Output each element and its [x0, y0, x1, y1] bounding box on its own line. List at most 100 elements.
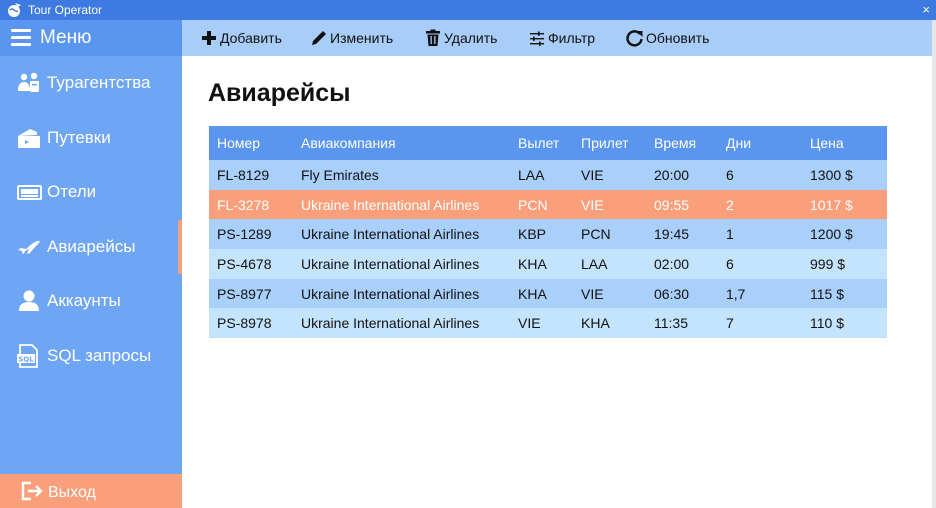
table-row[interactable]: PS-4678 Ukraine International Airlines K…: [209, 249, 887, 279]
airplane-icon: [18, 240, 40, 254]
cell-days: 6: [718, 160, 802, 190]
agents-icon: [18, 72, 39, 92]
trash-icon: [426, 29, 440, 46]
close-icon[interactable]: ×: [922, 2, 930, 17]
sidebar-item-label: SQL запросы: [47, 346, 152, 365]
edit-button-label: Изменить: [330, 30, 394, 46]
toolbar: Добавить Изменить Удалить Фильтр Обновит…: [182, 20, 936, 56]
filter-sliders-icon: [530, 31, 544, 46]
column-header-time[interactable]: Время: [646, 126, 718, 160]
sidebar-item-sql[interactable]: SQL SQL запросы: [0, 329, 182, 383]
cell-time: 11:35: [646, 308, 718, 339]
title-bar: Tour Operator ×: [0, 0, 936, 20]
sidebar-item-vouchers[interactable]: Путевки: [0, 111, 182, 165]
column-header-arrival[interactable]: Прилет: [573, 126, 646, 160]
sidebar-item-label: Турагентства: [47, 73, 151, 92]
cell-departure: VIE: [510, 308, 573, 339]
cell-airline: Ukraine International Airlines: [293, 249, 510, 279]
cell-days: 1,7: [718, 278, 802, 309]
sql-icon: SQL: [17, 344, 38, 368]
delete-button[interactable]: Удалить: [424, 20, 504, 56]
sidebar-item-label: Отели: [47, 182, 97, 201]
cell-airline: Fly Emirates: [293, 160, 510, 190]
cell-price: 110 $: [802, 308, 887, 339]
logout-button[interactable]: Выход: [0, 474, 182, 508]
cell-airline: Ukraine International Airlines: [293, 189, 510, 220]
ticket-icon: [18, 129, 40, 148]
cell-days: 1: [718, 219, 802, 250]
cell-number: FL-8129: [209, 160, 293, 190]
table-row[interactable]: FL-8129 Fly Emirates LAA VIE 20:00 6 130…: [209, 160, 887, 190]
cell-departure: KBP: [510, 219, 573, 250]
table-row[interactable]: PS-8977 Ukraine International Airlines K…: [209, 278, 887, 309]
column-header-days[interactable]: Дни: [718, 126, 802, 160]
cell-arrival: LAA: [573, 249, 646, 279]
refresh-icon: [626, 30, 643, 47]
cell-arrival: PCN: [573, 219, 646, 250]
add-button[interactable]: Добавить: [200, 20, 290, 56]
cell-number: PS-1289: [209, 219, 293, 250]
sidebar-item-label: Путевки: [47, 128, 111, 147]
cell-time: 20:00: [646, 160, 718, 190]
cell-price: 1200 $: [802, 219, 887, 250]
hotel-icon: [17, 185, 42, 200]
cell-departure: KHA: [510, 249, 573, 279]
pencil-icon: [312, 31, 326, 45]
cell-arrival: VIE: [573, 160, 646, 190]
column-header-number[interactable]: Номер: [209, 126, 293, 160]
sidebar-item-flights[interactable]: Авиарейсы: [0, 220, 182, 274]
page-title: Авиарейсы: [208, 79, 351, 107]
cell-arrival: KHA: [573, 308, 646, 339]
refresh-button[interactable]: Обновить: [626, 20, 718, 56]
cell-time: 19:45: [646, 219, 718, 250]
cell-time: 09:55: [646, 189, 718, 220]
globe-plane-icon: [8, 3, 21, 17]
table-row[interactable]: PS-8978 Ukraine International Airlines V…: [209, 308, 887, 339]
sidebar-item-label: Авиарейсы: [47, 237, 136, 256]
sidebar-item-label: Аккаунты: [47, 291, 121, 310]
column-header-price[interactable]: Цена: [802, 126, 887, 160]
cell-airline: Ukraine International Airlines: [293, 278, 510, 309]
cell-airline: Ukraine International Airlines: [293, 308, 510, 339]
cell-departure: LAA: [510, 160, 573, 190]
hamburger-icon: [11, 29, 31, 47]
user-icon: [19, 290, 39, 311]
table-row-selected[interactable]: FL-3278 Ukraine International Airlines P…: [209, 189, 887, 220]
cell-departure: KHA: [510, 278, 573, 309]
cell-airline: Ukraine International Airlines: [293, 219, 510, 250]
cell-price: 1017 $: [802, 189, 887, 220]
cell-days: 7: [718, 308, 802, 339]
sidebar-item-agencies[interactable]: Турагентства: [0, 56, 182, 110]
table-header-row: Номер Авиакомпания Вылет Прилет Время Дн…: [209, 126, 887, 160]
edit-button[interactable]: Изменить: [310, 20, 402, 56]
cell-price: 115 $: [802, 278, 887, 309]
add-button-label: Добавить: [220, 30, 282, 46]
filter-button[interactable]: Фильтр: [528, 20, 602, 56]
plus-icon: [202, 31, 216, 45]
sidebar-item-hotels[interactable]: Отели: [0, 165, 182, 219]
cell-number: PS-8978: [209, 308, 293, 339]
logout-icon: [21, 481, 43, 501]
cell-number: FL-3278: [209, 189, 293, 220]
table-row[interactable]: PS-1289 Ukraine International Airlines K…: [209, 219, 887, 250]
cell-time: 06:30: [646, 278, 718, 309]
column-header-airline[interactable]: Авиакомпания: [293, 126, 510, 160]
logout-label: Выход: [48, 484, 96, 501]
cell-time: 02:00: [646, 249, 718, 279]
sidebar: Меню Турагентства Путевки Отели Авиарейс…: [0, 20, 182, 508]
cell-arrival: VIE: [573, 278, 646, 309]
cell-arrival: VIE: [573, 189, 646, 220]
sidebar-item-accounts[interactable]: Аккаунты: [0, 274, 182, 328]
cell-days: 6: [718, 249, 802, 279]
flights-table: Номер Авиакомпания Вылет Прилет Время Дн…: [209, 126, 887, 339]
delete-button-label: Удалить: [444, 30, 498, 46]
window-scrollbar[interactable]: [932, 20, 936, 508]
svg-text:SQL: SQL: [18, 356, 34, 364]
filter-button-label: Фильтр: [548, 30, 596, 46]
column-header-departure[interactable]: Вылет: [510, 126, 573, 160]
cell-price: 999 $: [802, 249, 887, 279]
cell-number: PS-8977: [209, 278, 293, 309]
window-title: Tour Operator: [28, 3, 103, 17]
refresh-button-label: Обновить: [646, 30, 710, 46]
menu-toggle[interactable]: Меню: [0, 20, 182, 56]
